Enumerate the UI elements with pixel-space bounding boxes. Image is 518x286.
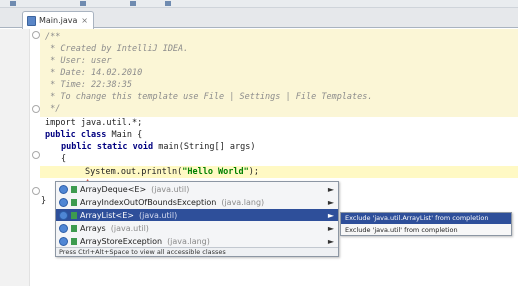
close-brace: } <box>41 196 47 206</box>
comment-line: * Date: 14.02.2010 <box>45 68 143 78</box>
fold-marker-icon[interactable] <box>32 105 40 113</box>
public-access-icon <box>71 185 77 193</box>
submenu-arrow-icon[interactable]: ► <box>328 185 334 194</box>
class-icon <box>59 210 68 220</box>
class-name: Main { <box>106 130 143 140</box>
comment-line: * Time: 22:38:35 <box>45 80 132 90</box>
editor-gutter <box>0 29 30 286</box>
completion-popup: ArrayDeque<E> (java.util) ► ArrayIndexOu… <box>55 181 339 257</box>
import-line: import java.util.*; <box>45 118 143 128</box>
completion-item-package: (java.lang) <box>167 236 210 246</box>
completion-item-package: (java.lang) <box>221 197 265 207</box>
completion-item-package: (java.util) <box>151 184 190 194</box>
comment-line: * To change this template use File | Set… <box>45 92 373 102</box>
class-declaration: public class Main { <box>45 129 142 141</box>
class-icon <box>59 197 68 207</box>
completion-item-selected[interactable]: ArrayList<E> (java.util) ► <box>56 209 338 221</box>
exclude-class-option[interactable]: Exclude 'java.util.ArrayList' from compl… <box>341 213 511 224</box>
submenu-arrow-icon[interactable]: ► <box>328 237 334 246</box>
completion-item-package: (java.util) <box>110 223 149 233</box>
completion-item-name: ArrayList<E> <box>80 210 134 220</box>
comment-line: * User: user <box>45 56 112 66</box>
close-tab-icon[interactable]: × <box>81 16 88 25</box>
completion-footer-hint: Press Ctrl+Alt+Space to view all accessi… <box>56 247 338 256</box>
comment-line: * Created by IntelliJ IDEA. <box>45 44 189 54</box>
toolbar-icon[interactable] <box>10 1 16 6</box>
completion-item[interactable]: Arrays (java.util) ► <box>56 222 338 234</box>
toolbar-icon[interactable] <box>165 1 171 6</box>
submenu-arrow-icon[interactable]: ► <box>328 198 334 207</box>
exclude-package-option[interactable]: Exclude 'java.util' from completion <box>341 225 511 236</box>
public-access-icon <box>71 237 77 245</box>
tab-main-java[interactable]: Main.java × <box>22 11 94 29</box>
top-toolbar <box>0 0 518 8</box>
toolbar-icon[interactable] <box>80 1 86 6</box>
editor-tab-bar: Main.java × <box>0 8 518 29</box>
fold-marker-icon[interactable] <box>32 151 40 159</box>
comment-line: /** <box>45 32 61 42</box>
class-icon <box>59 236 68 246</box>
tab-label: Main.java <box>39 16 78 25</box>
println-statement: System.out.println("Hello World"); <box>85 166 259 178</box>
java-file-icon <box>27 15 36 26</box>
method-declaration: public static void main(String[] args) <box>61 141 255 153</box>
string-literal: "Hello World" <box>182 167 249 177</box>
submenu-arrow-icon[interactable]: ► <box>328 211 334 220</box>
open-brace: { <box>61 154 67 164</box>
class-icon <box>59 223 68 233</box>
completion-submenu: Exclude 'java.util.ArrayList' from compl… <box>340 212 512 236</box>
fold-marker-icon[interactable] <box>32 187 40 195</box>
completion-item-name: ArrayStoreException <box>80 236 163 246</box>
completion-item[interactable]: ArrayIndexOutOfBoundsException (java.lan… <box>56 196 338 208</box>
completion-item-name: Arrays <box>80 223 106 233</box>
println-call: System.out.println( <box>85 167 183 177</box>
completion-item[interactable]: ArrayStoreException (java.lang) ► <box>56 235 338 247</box>
completion-item-name: ArrayDeque<E> <box>80 184 147 194</box>
public-access-icon <box>71 224 77 232</box>
class-icon <box>59 184 68 194</box>
class-keyword: public class <box>45 130 107 140</box>
public-access-icon <box>71 198 77 206</box>
completion-item-package: (java.util) <box>139 210 178 220</box>
method-signature: main(String[] args) <box>153 142 256 152</box>
completion-item-name: ArrayIndexOutOfBoundsException <box>80 197 217 207</box>
completion-item[interactable]: ArrayDeque<E> (java.util) ► <box>56 183 338 195</box>
public-access-icon <box>71 211 77 219</box>
submenu-arrow-icon[interactable]: ► <box>328 224 334 233</box>
toolbar-icon[interactable] <box>130 1 136 6</box>
method-keywords: public static void <box>61 142 154 152</box>
println-close: ); <box>248 167 260 177</box>
fold-marker-icon[interactable] <box>32 31 40 39</box>
comment-line: */ <box>45 104 61 114</box>
